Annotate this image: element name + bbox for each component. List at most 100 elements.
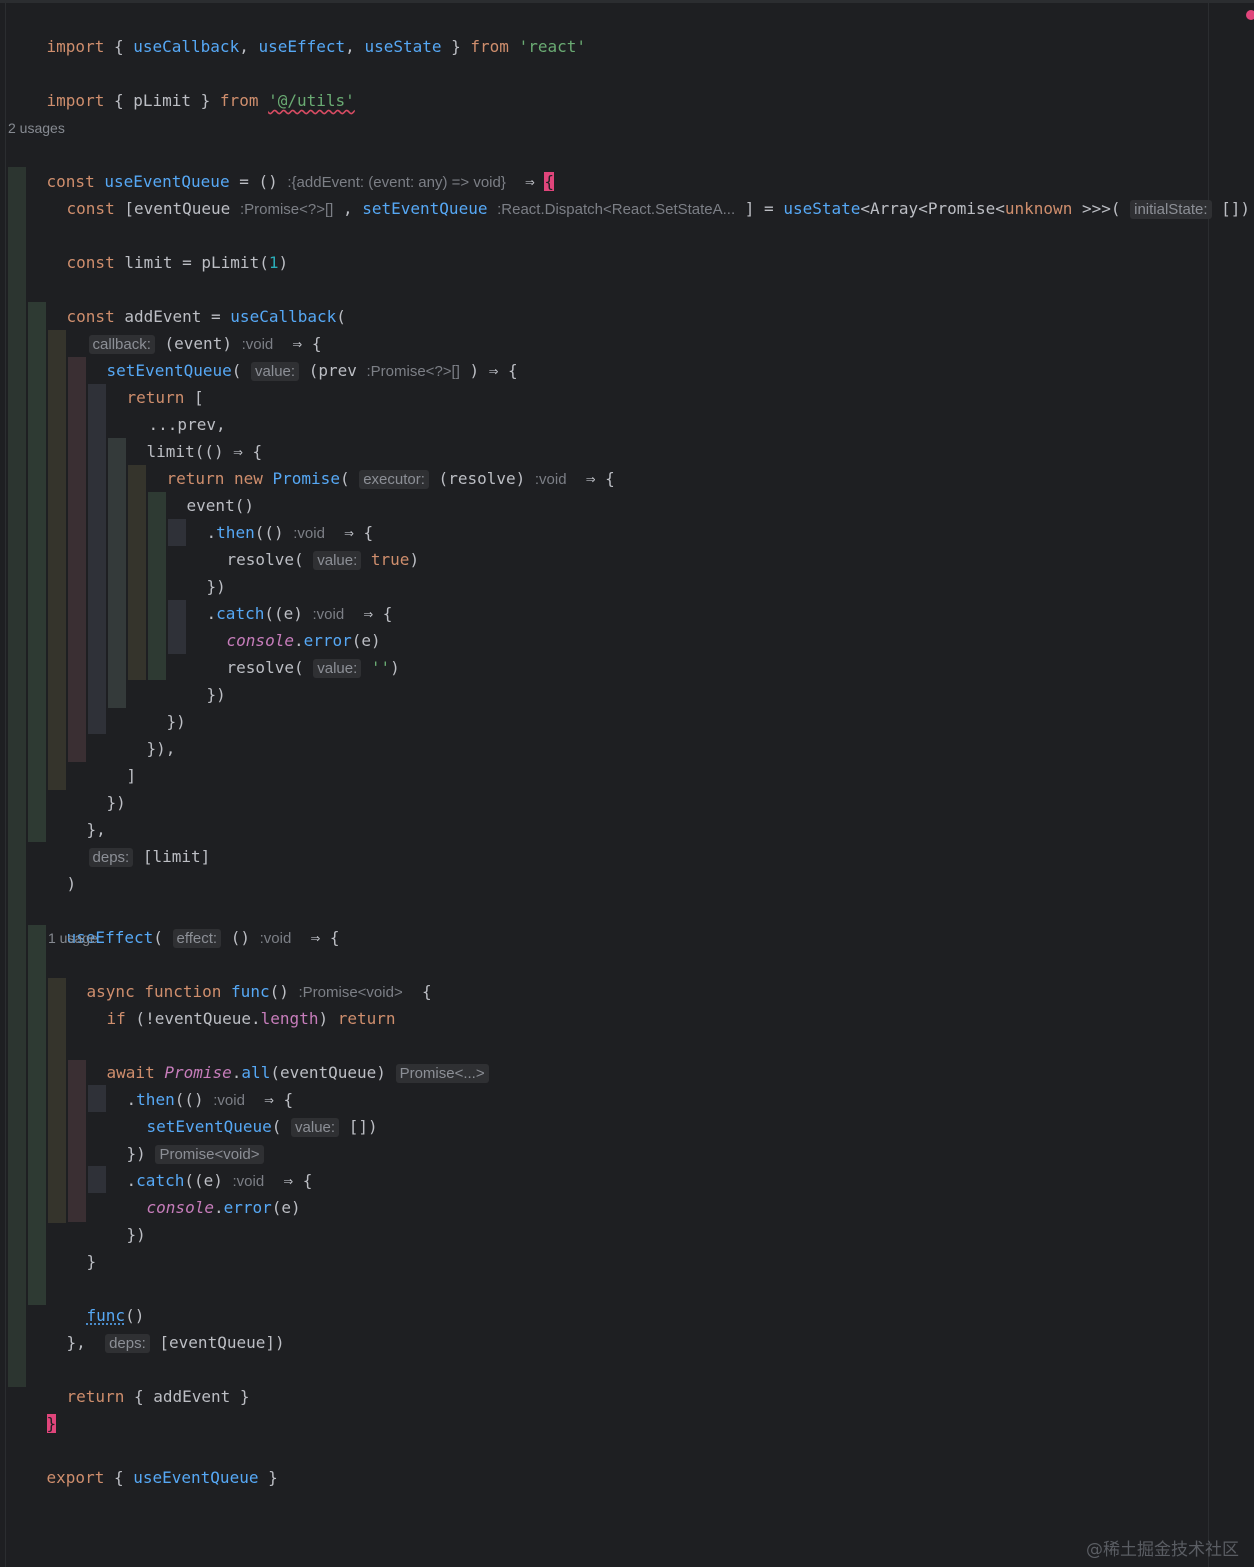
parameter-hint: deps: [88,848,134,867]
code-text: []) [1211,199,1251,218]
code-line[interactable]: return { addEvent } [28,1356,250,1406]
code-line[interactable]: ...prev, [110,384,226,434]
code-line[interactable]: limit(() ⇒ { [108,411,263,461]
code-line[interactable]: await Promise.all(eventQueue) Promise<..… [68,1032,489,1083]
parameter-hint: effect: [172,929,222,948]
keyword: from [219,91,259,110]
code-line[interactable]: useEffect( effect: () :void ⇒ { [28,897,339,948]
identifier: useState [364,37,442,56]
error-indicator-icon[interactable] [1246,10,1254,20]
keyword: true [370,550,410,569]
code-line[interactable]: ] [88,735,137,785]
code-line[interactable]: callback: (event) :void ⇒ { [50,303,321,354]
code-line[interactable]: .catch((e) :void ⇒ { [88,1140,313,1190]
code-line[interactable]: }, [48,789,106,839]
watermark: @稀土掘金技术社区 [1086,1540,1239,1560]
code-line[interactable]: event() [148,465,254,515]
code-line[interactable]: const addEvent = useCallback( [28,276,346,326]
keyword: return [66,1387,125,1406]
code-line[interactable]: }) [168,546,226,596]
code-text: ) [409,550,420,569]
code-text: } [86,1252,97,1271]
code-text: ] = [735,199,784,218]
identifier: useEventQueue [133,1468,259,1487]
code-line[interactable]: const limit = pLimit(1) [28,222,289,272]
code-line[interactable]: .then(() :void ⇒ { [168,492,374,542]
code-line[interactable]: import { pLimit } from '@/utils' [8,60,355,110]
code-text: []) [339,1117,378,1136]
matched-brace: } [46,1414,57,1433]
code-text: ) [390,658,400,677]
code-line[interactable]: }) [128,681,186,731]
code-text: , [345,37,365,56]
usage-count-link[interactable]: 1 usage [48,928,98,948]
code-line[interactable]: .then(() :void ⇒ { [88,1059,294,1109]
code-line[interactable]: console.error(e) [108,1167,301,1217]
unresolved-import-string[interactable]: '@/utils' [268,91,355,110]
code-text: [eventQueue [114,199,240,218]
code-line[interactable]: const useEventQueue = () :{addEvent: (ev… [8,141,555,191]
code-line[interactable]: ) [28,843,77,893]
code-line[interactable]: } [8,1383,57,1433]
code-line[interactable]: return new Promise( executor: (resolve) … [128,438,615,489]
code-text: ] [126,766,137,785]
code-line[interactable]: }) [168,654,226,704]
code-line[interactable]: }) [68,762,126,812]
code-line[interactable]: if (!eventQueue.length) return [68,978,396,1028]
code-text: ( [153,928,173,947]
code-line[interactable]: setEventQueue( value: []) [108,1086,378,1137]
indent-guide [8,167,26,1387]
code-line[interactable]: console.error(e) [188,600,381,650]
code-line[interactable]: async function func() :Promise<void> { [48,951,432,1001]
code-line[interactable]: const [eventQueue :Promise<?>[] , setEve… [28,168,1250,219]
code-line[interactable]: }), [108,708,176,758]
indent-guide [28,302,46,842]
code-line[interactable]: return [ [88,357,204,407]
indent-guide [48,330,66,790]
code-line[interactable]: .catch((e) :void ⇒ { [168,573,393,623]
identifier: useState [783,199,861,218]
parameter-hint: initialState: [1130,200,1212,219]
code-line[interactable]: export { useEventQueue } [8,1437,278,1487]
keyword: return [337,1009,396,1028]
code-line[interactable]: } [48,1221,97,1271]
code-text: (resolve) [428,469,535,488]
code-text: . [213,1198,224,1217]
chain-type-hint: Promise<...> [395,1064,489,1083]
code-text: }) [106,793,126,812]
code-text: }, [66,1333,106,1352]
code-line[interactable]: setEventQueue( value: (prev :Promise<?>[… [68,330,518,381]
keyword: from [470,37,509,56]
indent-guide [68,357,86,762]
code-editor[interactable]: import { useCallback, useEffect, useStat… [0,0,1254,1567]
type-hint: :void [259,930,292,947]
code-text: ) [278,253,289,272]
keyword: if [106,1009,126,1028]
code-line[interactable]: import { useCallback, useEffect, useStat… [8,6,586,56]
gutter-divider [5,0,6,1567]
code-line[interactable]: }) [88,1194,146,1244]
identifier: error [223,1198,272,1217]
code-line[interactable]: resolve( value: '') [188,627,400,678]
code-line[interactable]: func() [48,1275,145,1325]
code-text: }) [206,685,226,704]
global-object: console [146,1198,214,1217]
code-text: , [333,199,363,218]
code-text: ) [66,874,77,893]
code-line[interactable]: resolve( value: true) [188,519,419,570]
code-line[interactable]: }, deps: [eventQueue]) [28,1302,285,1353]
string-literal: '' [370,658,391,677]
usage-count-link[interactable]: 2 usages [8,118,65,138]
code-line[interactable]: }) Promise<void> [88,1113,264,1164]
parameter-hint: executor: [359,470,429,489]
keyword: const [66,199,115,218]
code-line[interactable]: deps: [limit] [50,816,210,867]
code-text: (e) [271,1198,301,1217]
type-hint: :Promise<?>[] [239,201,334,218]
code-text: ) [318,1009,338,1028]
keyword: const [66,253,115,272]
property: length [260,1009,319,1028]
